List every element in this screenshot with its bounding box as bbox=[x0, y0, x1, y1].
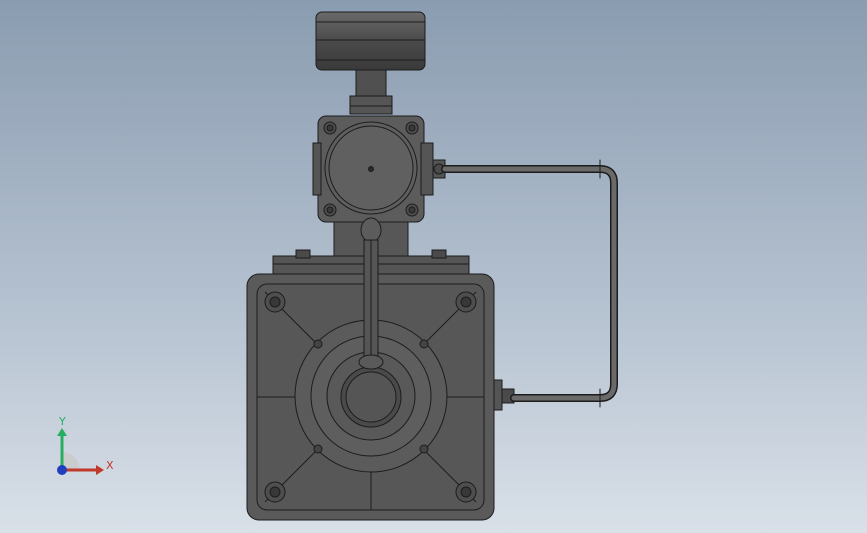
upper-housing bbox=[312, 115, 446, 223]
cad-viewport[interactable]: X Y bbox=[0, 0, 867, 533]
gearbox-model[interactable] bbox=[0, 0, 867, 533]
main-housing bbox=[246, 273, 515, 521]
coordinate-triad: X Y bbox=[57, 415, 114, 475]
y-axis-label: Y bbox=[58, 415, 66, 428]
motor-drum bbox=[315, 11, 426, 115]
x-axis-label: X bbox=[106, 459, 114, 472]
z-axis-dot bbox=[57, 465, 67, 475]
